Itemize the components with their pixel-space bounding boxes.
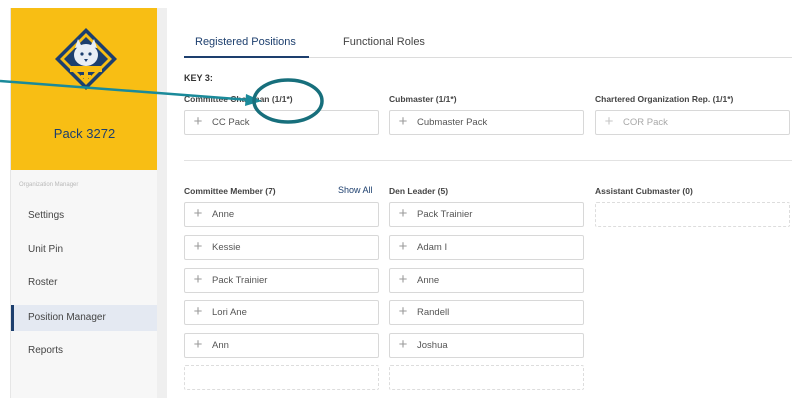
- slot-name: Pack Trainier: [417, 209, 473, 220]
- sidebar-divider: [157, 8, 167, 398]
- position-slot[interactable]: + Kessie: [184, 235, 379, 260]
- plus-icon[interactable]: +: [396, 206, 410, 221]
- tab-registered-positions[interactable]: Registered Positions: [195, 36, 296, 48]
- sidebar-item-roster[interactable]: Roster: [11, 270, 158, 296]
- assistant-cubmaster-heading: Assistant Cubmaster (0): [595, 186, 693, 196]
- tab-functional-roles[interactable]: Functional Roles: [343, 36, 425, 48]
- plus-icon[interactable]: +: [396, 114, 410, 129]
- plus-icon[interactable]: +: [602, 114, 616, 129]
- position-slot[interactable]: + Cubmaster Pack: [389, 110, 584, 135]
- position-slot[interactable]: + CC Pack: [184, 110, 379, 135]
- plus-icon[interactable]: +: [191, 239, 205, 254]
- empty-slot[interactable]: [389, 365, 584, 390]
- den-leader-heading: Den Leader (5): [389, 186, 449, 196]
- brand-panel: Pack 3272: [11, 8, 158, 170]
- slot-name: Kessie: [212, 242, 241, 253]
- position-slot[interactable]: + Anne: [184, 202, 379, 227]
- plus-icon[interactable]: +: [191, 272, 205, 287]
- position-slot[interactable]: + Anne: [389, 268, 584, 293]
- committee-chairman-heading: Committee Chairman (1/1*): [184, 94, 293, 104]
- position-slot[interactable]: + Pack Trainier: [184, 268, 379, 293]
- plus-icon[interactable]: +: [191, 114, 205, 129]
- plus-icon[interactable]: +: [396, 272, 410, 287]
- plus-icon[interactable]: +: [396, 239, 410, 254]
- position-slot[interactable]: + Adam I: [389, 235, 584, 260]
- sidebar: Pack 3272 Organization Manager Settings …: [10, 8, 158, 398]
- empty-slot[interactable]: [595, 202, 790, 227]
- slot-name: Cubmaster Pack: [417, 117, 488, 128]
- slot-name: Ann: [212, 340, 229, 351]
- sidebar-item-reports[interactable]: Reports: [11, 338, 158, 364]
- slot-name: Anne: [212, 209, 235, 220]
- plus-icon[interactable]: +: [191, 337, 205, 352]
- slot-name: COR Pack: [623, 117, 668, 128]
- slot-name: Pack Trainier: [212, 275, 268, 286]
- active-tab-indicator: [184, 56, 309, 58]
- sidebar-item-unit-pin[interactable]: Unit Pin: [11, 237, 158, 263]
- org-section-label: Organization Manager: [19, 182, 79, 188]
- outer-margin: [0, 0, 10, 398]
- position-slot[interactable]: + COR Pack: [595, 110, 790, 135]
- plus-icon[interactable]: +: [396, 304, 410, 319]
- slot-name: Lori Ane: [212, 307, 247, 318]
- sidebar-item-position-manager[interactable]: Position Manager: [11, 305, 158, 331]
- plus-icon[interactable]: +: [191, 206, 205, 221]
- sidebar-item-settings[interactable]: Settings: [11, 203, 158, 229]
- slot-name: CC Pack: [212, 117, 250, 128]
- slot-name: Adam I: [417, 242, 448, 253]
- cub-scout-logo-icon: [53, 26, 119, 92]
- position-slot[interactable]: + Randell: [389, 300, 584, 325]
- chartered-org-rep-heading: Chartered Organization Rep. (1/1*): [595, 94, 734, 104]
- section-divider: [184, 160, 792, 161]
- key3-label: KEY 3:: [184, 73, 213, 83]
- slot-name: Anne: [417, 275, 440, 286]
- cubmaster-heading: Cubmaster (1/1*): [389, 94, 457, 104]
- plus-icon[interactable]: +: [396, 337, 410, 352]
- position-slot[interactable]: + Lori Ane: [184, 300, 379, 325]
- position-slot[interactable]: + Pack Trainier: [389, 202, 584, 227]
- show-all-link[interactable]: Show All: [338, 185, 373, 195]
- empty-slot[interactable]: [184, 365, 379, 390]
- committee-member-heading: Committee Member (7): [184, 186, 276, 196]
- position-slot[interactable]: + Ann: [184, 333, 379, 358]
- slot-name: Joshua: [417, 340, 448, 351]
- position-slot[interactable]: + Joshua: [389, 333, 584, 358]
- plus-icon[interactable]: +: [191, 304, 205, 319]
- pack-name: Pack 3272: [53, 126, 116, 141]
- slot-name: Randell: [417, 307, 450, 318]
